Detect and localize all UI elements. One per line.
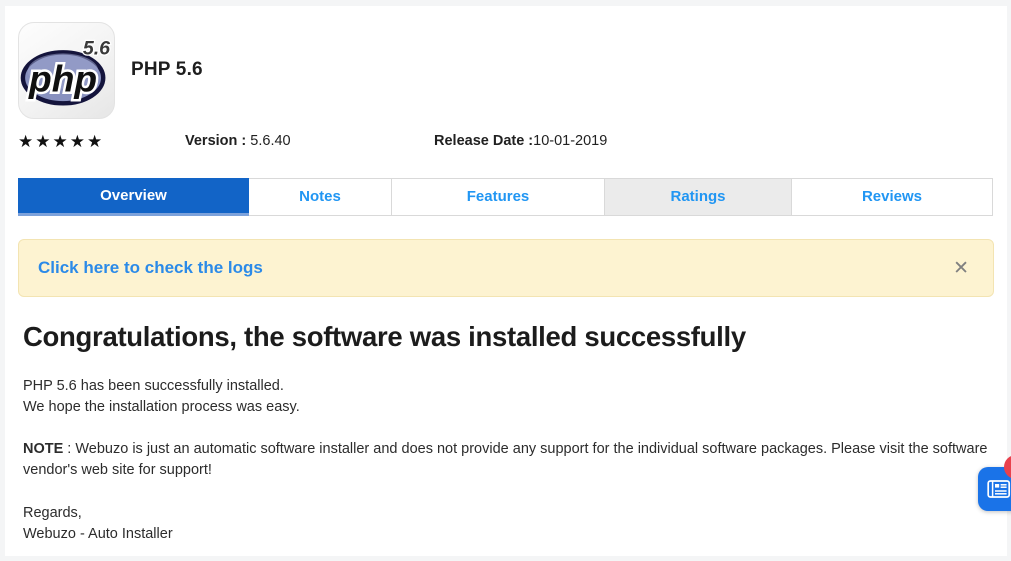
release-date-value: 10-01-2019 [533,133,607,149]
tab-ratings[interactable]: Ratings [605,178,792,216]
overview-content: Congratulations, the software was instal… [18,321,994,545]
install-summary-line1: PHP 5.6 has been successfully installed. [23,376,988,397]
php-logo-icon: php 5.6 [19,22,114,119]
logs-floating-button[interactable] [978,467,1011,511]
logs-alert-banner: Click here to check the logs ✕ [18,239,994,297]
signature-block: Regards, Webuzo - Auto Installer [23,503,988,545]
close-icon[interactable]: ✕ [953,259,969,278]
version-info: Version : 5.6.40 [185,133,434,149]
software-detail-panel: php 5.6 PHP 5.6 ★★★★★ Version : 5.6.40 R… [5,6,1007,556]
success-heading: Congratulations, the software was instal… [23,321,988,353]
regards-line: Regards, [23,503,988,524]
tab-reviews[interactable]: Reviews [792,178,993,216]
version-label: Version : [185,133,246,149]
svg-text:5.6: 5.6 [83,37,110,59]
app-header: php 5.6 PHP 5.6 [18,22,994,119]
note-body: : Webuzo is just an automatic software i… [23,441,987,478]
release-date-label: Release Date : [434,133,533,149]
version-value: 5.6.40 [250,133,290,149]
svg-text:php: php [28,58,97,100]
tab-features[interactable]: Features [392,178,605,216]
star-rating: ★★★★★ [18,133,185,150]
install-summary-line2: We hope the installation process was eas… [23,397,988,418]
release-date-info: Release Date :10-01-2019 [434,133,607,149]
check-logs-link[interactable]: Click here to check the logs [38,258,263,278]
page-title: PHP 5.6 [131,59,203,81]
tab-notes[interactable]: Notes [249,178,392,216]
signature-line: Webuzo - Auto Installer [23,524,988,545]
tab-bar: Overview Notes Features Ratings Reviews [18,178,994,216]
note-paragraph: NOTE : Webuzo is just an automatic softw… [23,439,988,481]
app-meta-row: ★★★★★ Version : 5.6.40 Release Date :10-… [18,131,994,151]
changelog-icon [987,479,1011,499]
tab-overview[interactable]: Overview [18,178,249,216]
note-label: NOTE [23,441,63,457]
php-app-icon: php 5.6 [18,22,115,119]
install-summary: PHP 5.6 has been successfully installed.… [23,376,988,418]
